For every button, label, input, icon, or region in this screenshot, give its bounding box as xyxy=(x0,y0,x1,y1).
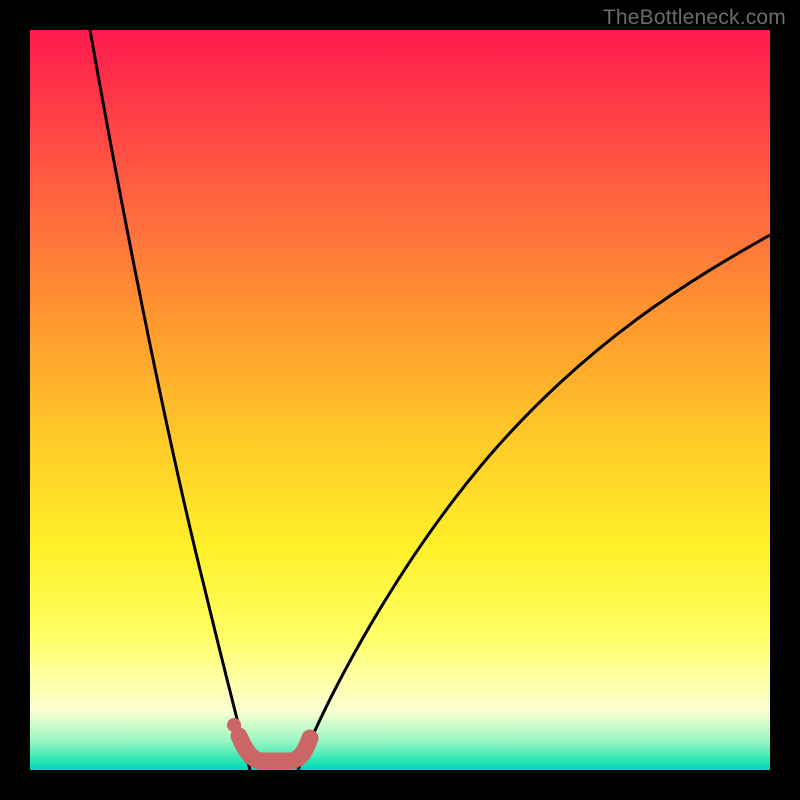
curve-left xyxy=(90,30,250,770)
plot-area xyxy=(30,30,770,770)
watermark-text: TheBottleneck.com xyxy=(603,6,786,30)
chart-frame: TheBottleneck.com xyxy=(0,0,800,800)
dot-icon xyxy=(227,718,241,732)
band-bottom xyxy=(239,736,310,761)
curves-svg xyxy=(30,30,770,770)
curve-right xyxy=(298,235,770,770)
